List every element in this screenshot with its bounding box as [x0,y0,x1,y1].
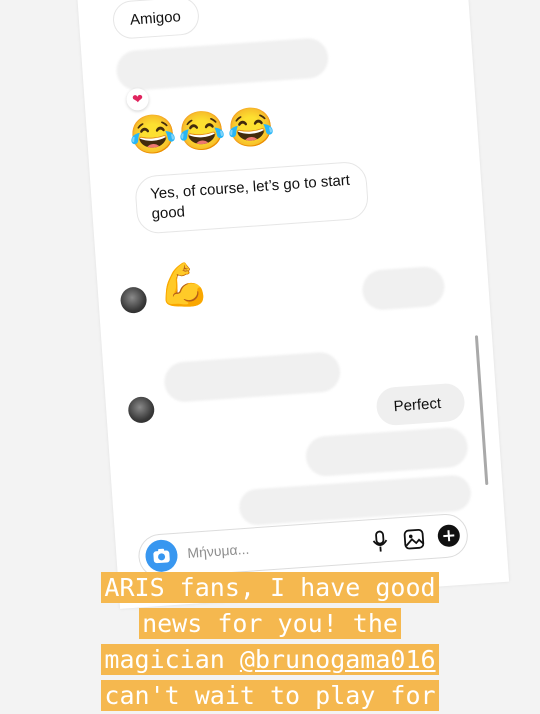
redacted-message [163,351,341,403]
avatar [127,396,155,424]
caption-line-2: news for you! the [0,606,540,642]
heart-reaction-icon: ❤ [126,88,149,111]
mention-link[interactable]: @brunogama016 [240,645,436,674]
story-caption: ARIS fans, I have good news for you! the… [0,570,540,714]
caption-text: magician [104,645,239,674]
message-text: Amigoo [129,8,181,29]
chat-screenshot: Amigoo ❤ 😂😂😂 Yes, of course, let’s go to… [77,0,509,609]
plus-icon[interactable] [436,523,462,549]
redacted-message [305,426,469,477]
message-input[interactable]: Μήνυμα... [187,541,250,561]
camera-button[interactable] [144,539,178,573]
laughing-emoji-row: 😂😂😂 [128,105,279,159]
caption-line-4: can't wait to play for [0,678,540,714]
microphone-icon[interactable] [370,529,390,554]
message-amigoo: Amigoo [112,0,200,40]
message-perfect: Perfect [375,382,465,426]
redacted-message [115,37,329,92]
gallery-icon[interactable] [402,527,425,550]
avatar [120,286,148,314]
message-text: Perfect [393,395,442,415]
redacted-message [361,265,446,311]
scrollbar[interactable] [475,335,488,485]
message-reply: Yes, of course, let’s go to start good [134,161,369,235]
caption-line-3: magician @brunogama016 [0,642,540,678]
caption-line-1: ARIS fans, I have good [0,570,540,606]
camera-icon [152,546,171,565]
message-text: Yes, of course, let’s go to start good [150,172,351,223]
flexed-biceps-emoji: 💪 [156,260,214,313]
